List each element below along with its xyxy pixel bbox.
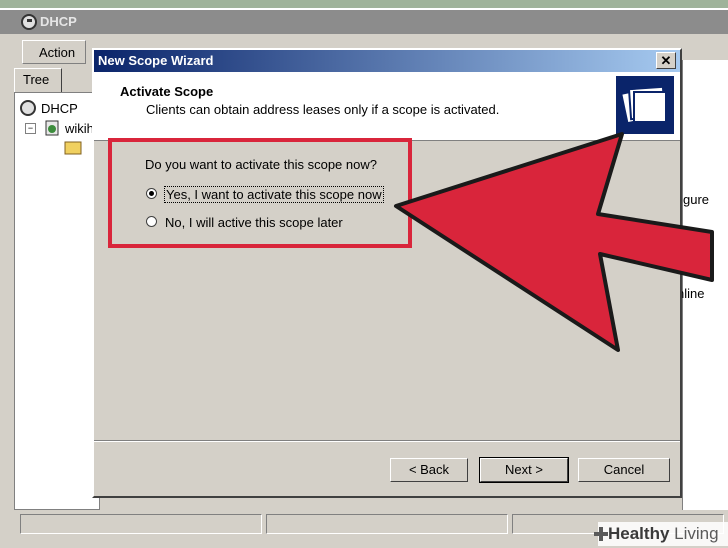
watermark-brand: Healthy <box>608 524 670 543</box>
plus-icon <box>594 527 608 541</box>
pointer-arrow <box>394 132 714 352</box>
watermark: Healthy Living <box>594 522 728 546</box>
watermark-brand-suffix: Living <box>674 524 719 543</box>
